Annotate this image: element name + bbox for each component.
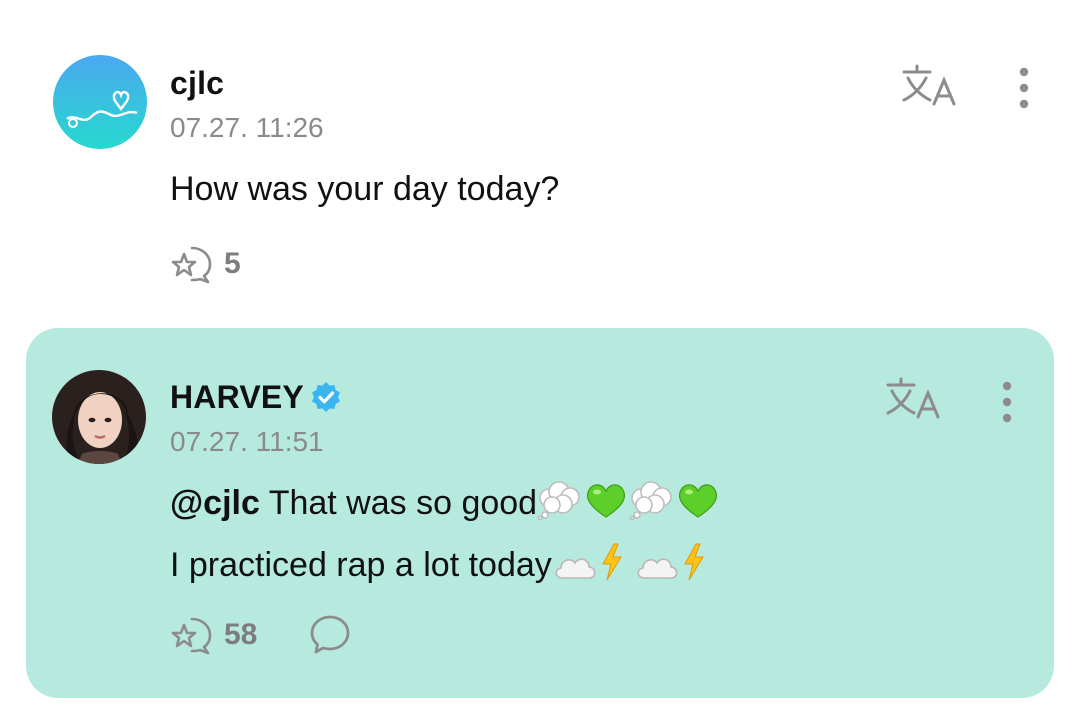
- translate-button[interactable]: [900, 62, 960, 112]
- avatar[interactable]: [53, 55, 147, 149]
- green-heart-emoji: [583, 480, 629, 537]
- timestamp: 07.27. 11:51: [170, 426, 324, 457]
- reply-bubble-icon: [310, 615, 350, 654]
- cloud-emoji: [626, 543, 680, 599]
- more-options-button[interactable]: [992, 378, 1022, 428]
- username[interactable]: cjlc: [170, 65, 224, 102]
- more-vertical-icon: [1002, 381, 1012, 423]
- username-text: HARVEY: [170, 379, 304, 415]
- reply-button[interactable]: [308, 613, 352, 657]
- thought-bubble-emoji: [537, 480, 583, 537]
- comment-line-1: @cjlc That was so good: [170, 475, 721, 537]
- green-heart-emoji: [675, 480, 721, 537]
- comment-line-2-text: I practiced rap a lot today: [170, 546, 552, 584]
- cloud-emoji: [552, 543, 598, 599]
- comment-text: @cjlc That was so good I practiced rap a…: [170, 475, 721, 599]
- more-options-button[interactable]: [1009, 64, 1039, 114]
- avatar-image: [53, 55, 147, 149]
- reaction-count: 58: [224, 618, 258, 651]
- mention-link[interactable]: @cjlc: [170, 484, 260, 522]
- translate-icon: [902, 64, 956, 106]
- timestamp: 07.27. 11:26: [170, 112, 324, 143]
- lightning-emoji: [598, 542, 626, 599]
- comment-line-2: I practiced rap a lot today: [170, 537, 721, 599]
- reaction-icon: [171, 246, 212, 284]
- reaction-button[interactable]: 5: [170, 242, 241, 286]
- verified-badge-icon: [310, 381, 342, 421]
- lightning-emoji: [680, 542, 708, 599]
- comment-card: cjlc 07.27. 11:26 How was your day today…: [0, 0, 1080, 320]
- avatar-image: [52, 370, 146, 464]
- comment-line-1-text: That was so good: [259, 484, 538, 522]
- username[interactable]: HARVEY: [170, 379, 342, 421]
- reaction-count: 5: [224, 247, 241, 280]
- thought-bubble-emoji: [629, 480, 675, 537]
- translate-icon: [886, 377, 940, 419]
- reaction-button[interactable]: 58: [170, 613, 257, 657]
- more-vertical-icon: [1019, 67, 1029, 109]
- highlighted-comment-card: HARVEY 07.27. 11:51 @cjlc That was so go…: [26, 328, 1054, 698]
- translate-button[interactable]: [884, 375, 944, 425]
- reaction-icon: [171, 617, 212, 655]
- comment-text: How was your day today?: [170, 170, 560, 208]
- avatar[interactable]: [52, 370, 146, 464]
